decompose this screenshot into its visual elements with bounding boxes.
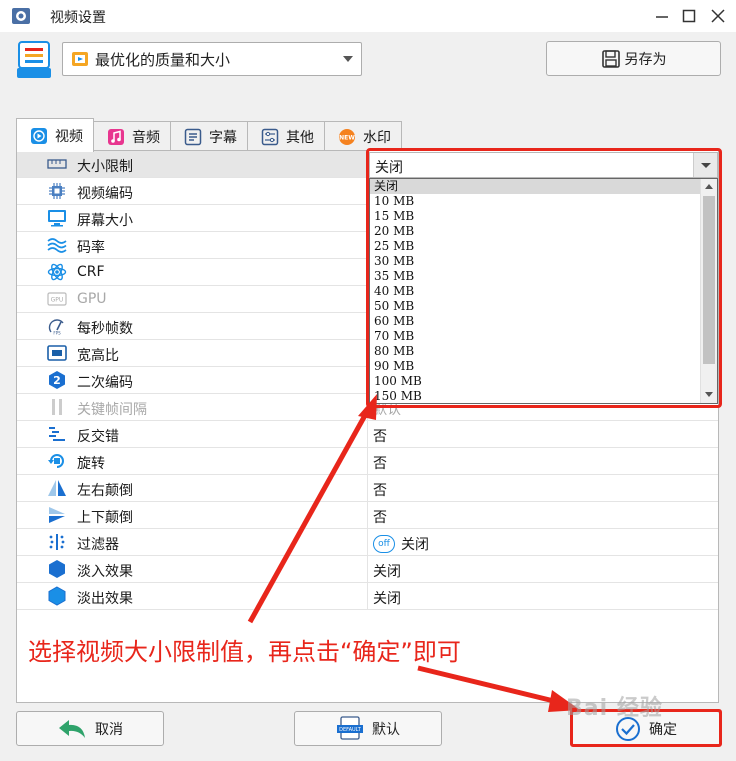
scroll-up-icon[interactable] xyxy=(705,184,713,189)
music-note-icon xyxy=(106,127,126,147)
scrollbar-thumb[interactable] xyxy=(703,196,715,364)
undo-arrow-icon xyxy=(59,719,85,738)
dropdown-option[interactable]: 50 MB xyxy=(370,299,700,314)
setting-row-deinterlace[interactable]: 反交错 否 xyxy=(17,421,718,448)
default-button[interactable]: DEFAULT 默认 xyxy=(294,711,442,746)
app-logo-icon xyxy=(12,8,30,24)
title-bar: 视频设置 xyxy=(0,0,736,32)
deinterlace-icon xyxy=(47,425,67,443)
svg-text:2: 2 xyxy=(53,374,61,387)
chip-icon xyxy=(47,182,67,200)
flip-vertical-icon xyxy=(47,506,67,524)
rotate-icon xyxy=(47,452,67,470)
dropdown-option[interactable]: 关闭 xyxy=(370,179,700,194)
flip-horizontal-icon xyxy=(47,479,67,497)
dropdown-option[interactable]: 80 MB xyxy=(370,344,700,359)
dropdown-option[interactable]: 100 MB xyxy=(370,374,700,389)
tab-other[interactable]: 其他 xyxy=(247,121,325,152)
off-toggle-icon[interactable]: off xyxy=(373,534,395,553)
fps-gauge-icon: FPS xyxy=(47,317,67,335)
sliders-icon xyxy=(260,127,280,147)
annotation-text: 选择视频大小限制值，再点击“确定”即可 xyxy=(28,638,461,666)
fade-out-hexagon-icon xyxy=(47,586,67,606)
chevron-down-icon xyxy=(343,56,353,62)
setting-row-flip-horizontal[interactable]: 左右颠倒 否 xyxy=(17,475,718,502)
svg-text:FPS: FPS xyxy=(53,331,61,336)
cancel-button[interactable]: 取消 xyxy=(16,711,164,746)
tab-audio[interactable]: 音频 xyxy=(93,121,171,152)
dropdown-option[interactable]: 40 MB xyxy=(370,284,700,299)
fade-in-hexagon-icon xyxy=(47,560,67,578)
ruler-icon xyxy=(47,155,67,173)
setting-row-filter[interactable]: 过滤器 off 关闭 xyxy=(17,529,718,556)
dropdown-option[interactable]: 90 MB xyxy=(370,359,700,374)
gpu-icon: GPU xyxy=(47,290,67,308)
dropdown-option[interactable]: 150 MB xyxy=(370,389,700,403)
tab-video[interactable]: 视频 xyxy=(16,118,94,152)
svg-text:DEFAULT: DEFAULT xyxy=(339,727,362,733)
size-limit-value: 关闭 xyxy=(375,160,403,176)
preset-list-icon xyxy=(17,41,51,78)
scroll-down-icon[interactable] xyxy=(705,392,713,397)
wave-icon xyxy=(47,236,67,254)
preset-value: 最优化的质量和大小 xyxy=(95,50,231,69)
svg-text:GPU: GPU xyxy=(51,297,64,304)
dropdown-options: 关闭 10 MB 15 MB 20 MB 25 MB 30 MB 35 MB 4… xyxy=(370,179,700,403)
size-limit-select[interactable]: 关闭 xyxy=(369,152,718,178)
dropdown-scrollbar[interactable] xyxy=(700,179,717,403)
filter-icon xyxy=(47,533,67,551)
film-strip-icon xyxy=(72,52,88,66)
aspect-ratio-icon xyxy=(47,344,67,362)
maximize-icon[interactable] xyxy=(677,4,701,28)
new-badge-icon: NEW xyxy=(337,127,357,147)
save-as-label: 另存为 xyxy=(624,51,667,68)
video-play-icon xyxy=(29,126,49,146)
default-document-icon: DEFAULT xyxy=(337,715,363,740)
dropdown-option[interactable]: 20 MB xyxy=(370,224,700,239)
two-pass-icon: 2 xyxy=(47,371,67,389)
dropdown-option[interactable]: 35 MB xyxy=(370,269,700,284)
setting-row-fade-in[interactable]: 淡入效果 关闭 xyxy=(17,556,718,583)
watermark: Bai 经验 xyxy=(566,696,663,721)
keyframe-icon xyxy=(47,398,67,416)
floppy-disk-icon xyxy=(601,49,620,68)
window-title: 视频设置 xyxy=(50,10,106,26)
close-icon[interactable] xyxy=(706,4,730,28)
dropdown-option[interactable]: 15 MB xyxy=(370,209,700,224)
dropdown-option[interactable]: 25 MB xyxy=(370,239,700,254)
monitor-icon xyxy=(47,209,67,227)
setting-row-flip-vertical[interactable]: 上下颠倒 否 xyxy=(17,502,718,529)
tab-watermark[interactable]: NEW 水印 xyxy=(324,121,402,152)
settings-tabs: 视频 音频 字幕 其他 NEW 水印 xyxy=(16,118,402,152)
dropdown-option[interactable]: 30 MB xyxy=(370,254,700,269)
minimize-icon[interactable] xyxy=(650,4,674,28)
chevron-down-icon[interactable] xyxy=(693,153,717,177)
dropdown-option[interactable]: 70 MB xyxy=(370,329,700,344)
subtitle-icon xyxy=(183,127,203,147)
dropdown-option[interactable]: 10 MB xyxy=(370,194,700,209)
preset-select[interactable]: 最优化的质量和大小 xyxy=(62,42,362,76)
size-limit-dropdown-list[interactable]: 关闭 10 MB 15 MB 20 MB 25 MB 30 MB 35 MB 4… xyxy=(369,178,718,404)
svg-text:NEW: NEW xyxy=(339,135,355,142)
save-as-button[interactable]: 另存为 xyxy=(546,41,721,76)
dropdown-option[interactable]: 60 MB xyxy=(370,314,700,329)
setting-row-fade-out[interactable]: 淡出效果 关闭 xyxy=(17,583,718,610)
setting-row-rotate[interactable]: 旋转 否 xyxy=(17,448,718,475)
tab-subtitle[interactable]: 字幕 xyxy=(170,121,248,152)
atom-icon xyxy=(47,263,67,281)
